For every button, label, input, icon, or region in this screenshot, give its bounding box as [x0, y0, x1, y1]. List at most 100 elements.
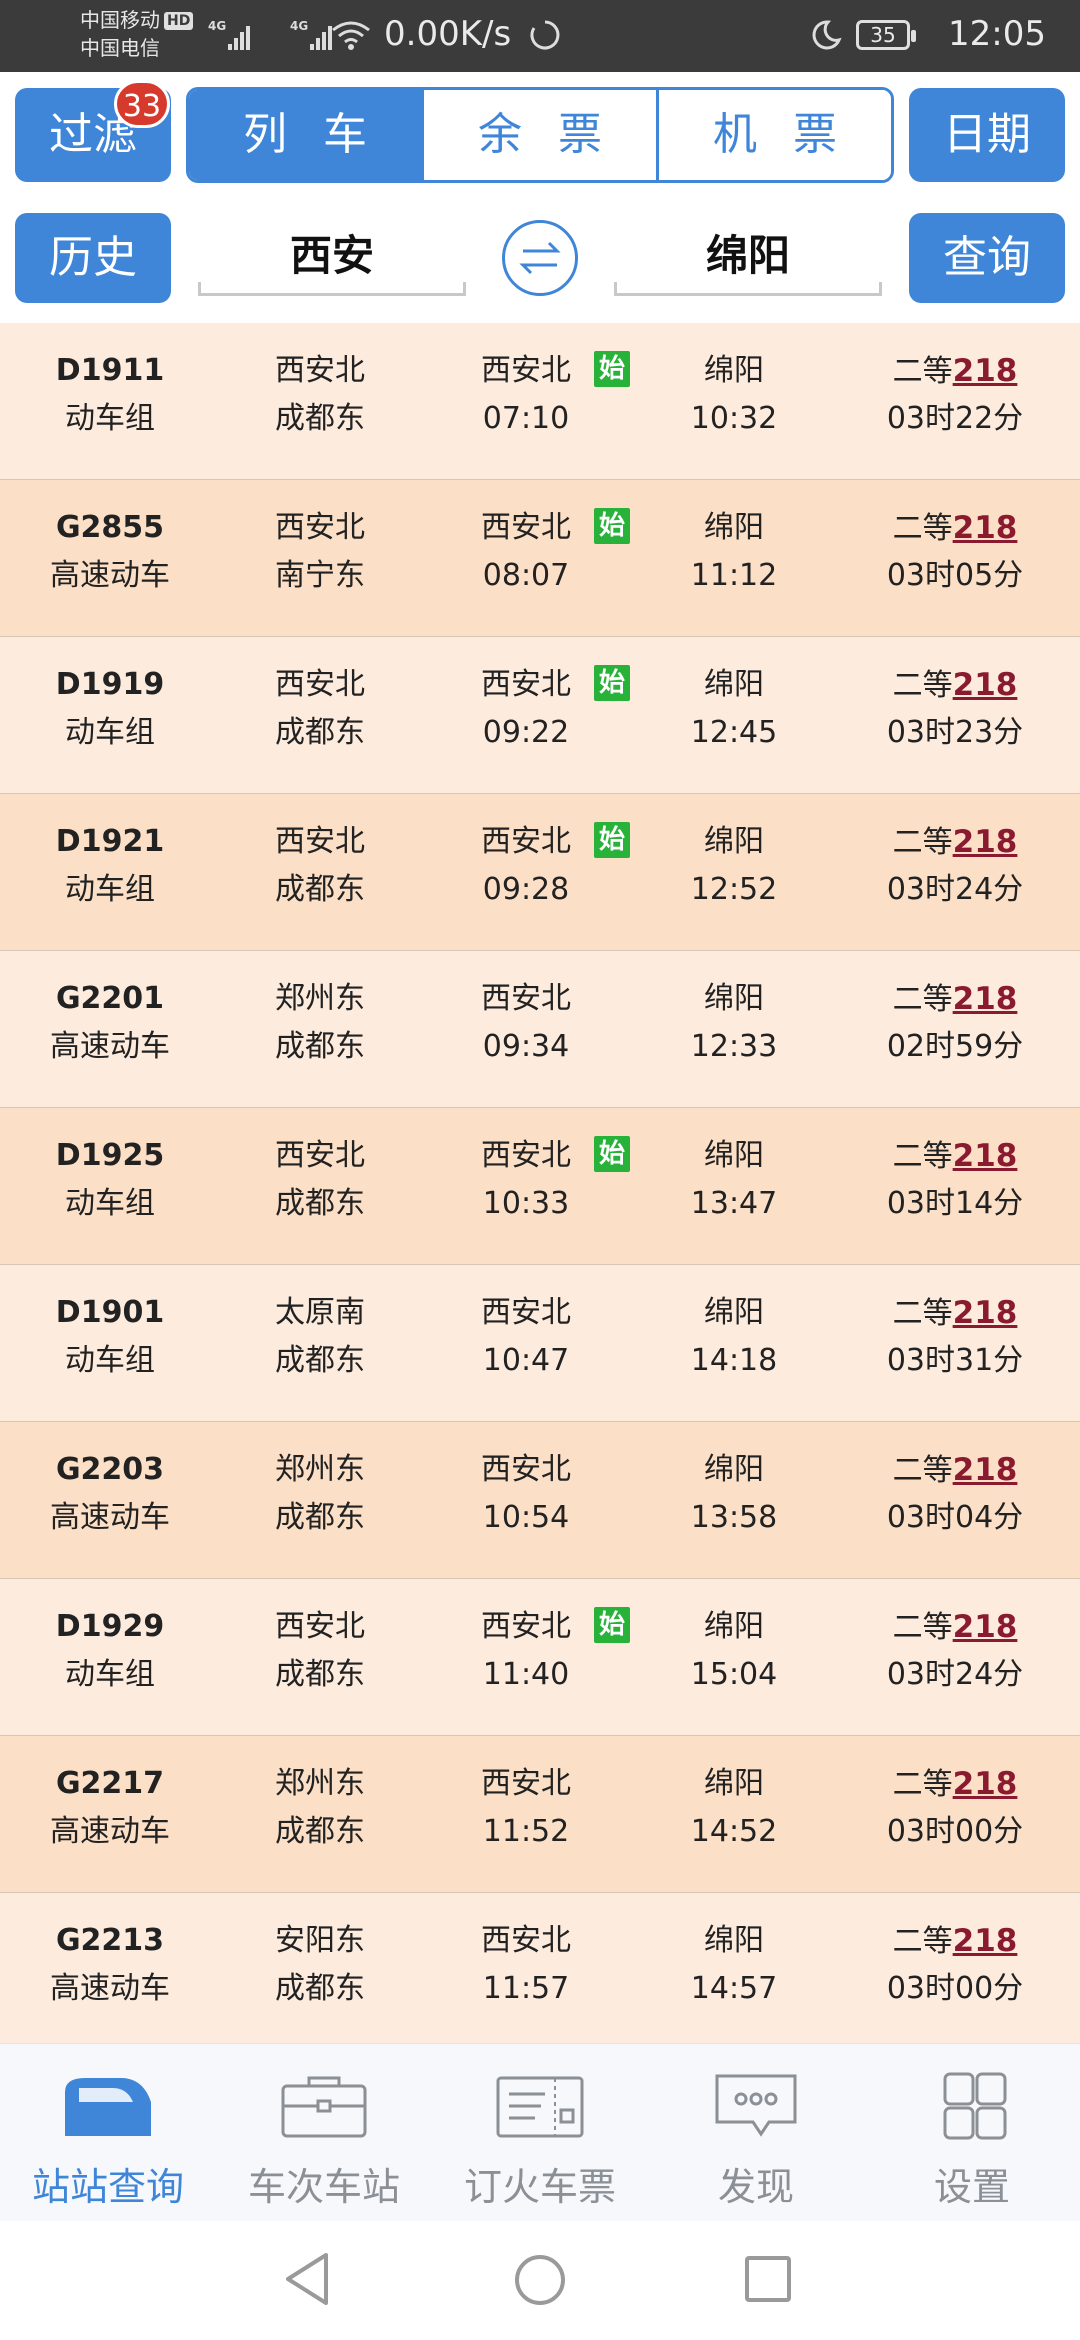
origin-station: 西安北 [275, 510, 365, 545]
remaining-tickets-link[interactable]: 218 [953, 353, 1018, 389]
back-icon[interactable] [282, 2251, 332, 2307]
seat-availability: 二等218 [860, 353, 1050, 390]
travel-duration: 03时24分 [886, 872, 1024, 907]
seat-class: 二等 [892, 1767, 953, 1802]
from-station-input[interactable]: 西安 [198, 216, 466, 296]
home-icon[interactable] [513, 2253, 567, 2307]
nav-label: 发现 [717, 2165, 794, 2209]
nav-station-query[interactable]: 站站查询 [0, 2044, 216, 2221]
table-row[interactable]: G2217 高速动车 郑州东 成都东 西安北 11:52 绵阳 14:52 二等218 03时00… [0, 1736, 1080, 1893]
seat-class: 二等 [892, 825, 953, 860]
arrive-time: 11:12 [690, 558, 778, 593]
travel-duration: 03时23分 [886, 715, 1024, 750]
train-type: 高速动车 [50, 1029, 170, 1064]
table-row[interactable]: G2855 高速动车 西安北 南宁东 西安北 08:07 始绵阳 11:12 二等218 03时0… [0, 480, 1080, 637]
train-number: G2855 [55, 510, 165, 545]
depart-time: 10:47 [482, 1343, 570, 1378]
mode-tabs: 列车 余票 机票 [186, 87, 894, 183]
terminus-station: 南宁东 [275, 558, 365, 593]
remaining-tickets-link[interactable]: 218 [953, 824, 1018, 860]
train-number: G2201 [55, 981, 165, 1016]
table-row[interactable]: G2213 高速动车 安阳东 成都东 西安北 11:57 绵阳 14:57 二等218 03时00… [0, 1893, 1080, 2050]
origin-station: 郑州东 [275, 1766, 365, 1801]
remaining-tickets-link[interactable]: 218 [953, 1766, 1018, 1802]
depart-station: 西安北 [481, 1452, 571, 1487]
arrive-station: 绵阳 [704, 510, 764, 545]
table-row[interactable]: D1921 动车组 西安北 成都东 西安北 09:28 始绵阳 12:52 二等218 03时24… [0, 794, 1080, 951]
bottom-nav: 站站查询 车次车站 订火车票 发现 设置 [0, 2043, 1080, 2221]
depart-time: 08:07 [482, 558, 570, 593]
origin-station: 西安北 [275, 824, 365, 859]
arrive-time: 14:57 [690, 1971, 778, 2006]
history-button[interactable]: 历史 [15, 213, 171, 303]
moon-icon [812, 20, 842, 50]
tab-train[interactable]: 列车 [189, 90, 424, 180]
table-row[interactable]: D1925 动车组 西安北 成都东 西安北 10:33 始绵阳 13:47 二等218 03时14… [0, 1108, 1080, 1265]
arrive-station: 绵阳 [704, 981, 764, 1016]
nav-discover[interactable]: 发现 [648, 2044, 864, 2221]
terminus-station: 成都东 [275, 1029, 365, 1064]
seat-availability: 二等218 [860, 1295, 1050, 1332]
wifi-icon [332, 21, 370, 50]
swap-stations-button[interactable] [502, 220, 578, 296]
arrive-station: 绵阳 [704, 667, 764, 702]
train-number: D1929 [55, 1609, 165, 1644]
table-row[interactable]: D1901 动车组 太原南 成都东 西安北 10:47 绵阳 14:18 二等218 03时31分 [0, 1265, 1080, 1422]
tab-remaining-tickets[interactable]: 余票 [424, 90, 659, 180]
arrive-station: 绵阳 [704, 1295, 764, 1330]
remaining-tickets-link[interactable]: 218 [953, 1138, 1018, 1174]
remaining-tickets-link[interactable]: 218 [953, 1923, 1018, 1959]
seat-availability: 二等218 [860, 667, 1050, 704]
remaining-tickets-link[interactable]: 218 [953, 1452, 1018, 1488]
travel-duration: 03时00分 [886, 1814, 1024, 1849]
remaining-tickets-link[interactable]: 218 [953, 667, 1018, 703]
depart-time: 07:10 [482, 401, 570, 436]
table-row[interactable]: G2203 高速动车 郑州东 成都东 西安北 10:54 绵阳 13:58 二等218 03时04… [0, 1422, 1080, 1579]
seat-class: 二等 [892, 1296, 953, 1331]
status-bar: 中国移动 HD 中国电信 4G 4G 0.00K/s 35 12:05 [0, 0, 1080, 72]
nav-book-ticket[interactable]: 订火车票 [432, 2044, 648, 2221]
recents-icon[interactable] [744, 2255, 792, 2303]
train-number: G2203 [55, 1452, 165, 1487]
remaining-tickets-link[interactable]: 218 [953, 510, 1018, 546]
remaining-tickets-link[interactable]: 218 [953, 1609, 1018, 1645]
arrive-station: 绵阳 [704, 1138, 764, 1173]
seat-class: 二等 [892, 1610, 953, 1645]
query-button[interactable]: 查询 [909, 213, 1065, 303]
terminus-station: 成都东 [275, 715, 365, 750]
seat-class: 二等 [892, 982, 953, 1017]
battery-icon: 35 [856, 20, 916, 50]
travel-duration: 03时04分 [886, 1500, 1024, 1535]
arrive-station: 绵阳 [704, 1609, 764, 1644]
clock: 12:05 [948, 14, 1046, 54]
train-number: D1921 [55, 824, 165, 859]
table-row[interactable]: D1919 动车组 西安北 成都东 西安北 09:22 始绵阳 12:45 二等218 03时23… [0, 637, 1080, 794]
to-station-input[interactable]: 绵阳 [614, 216, 882, 296]
train-number: G2213 [55, 1923, 165, 1958]
grid-icon [943, 2072, 1007, 2140]
table-row[interactable]: D1929 动车组 西安北 成都东 西安北 11:40 始绵阳 15:04 二等218 03时24… [0, 1579, 1080, 1736]
train-number: D1919 [55, 667, 165, 702]
depart-time: 11:40 [482, 1657, 570, 1692]
travel-duration: 03时24分 [886, 1657, 1024, 1692]
seat-availability: 二等218 [860, 981, 1050, 1018]
tab-air-tickets[interactable]: 机票 [659, 90, 891, 180]
nav-settings[interactable]: 设置 [864, 2044, 1080, 2221]
seat-class: 二等 [892, 511, 953, 546]
nav-label: 设置 [933, 2165, 1010, 2209]
table-row[interactable]: D1911 动车组 西安北 成都东 西安北 07:10 始绵阳 10:32 二等218 03时22… [0, 323, 1080, 480]
origin-station: 郑州东 [275, 981, 365, 1016]
depart-station: 西安北 [481, 981, 571, 1016]
nav-label: 车次车站 [247, 2165, 400, 2209]
table-row[interactable]: G2201 高速动车 郑州东 成都东 西安北 09:34 绵阳 12:33 二等218 02时59… [0, 951, 1080, 1108]
travel-duration: 02时59分 [886, 1029, 1024, 1064]
depart-time: 09:22 [482, 715, 570, 750]
train-type: 动车组 [65, 401, 155, 436]
depart-time: 10:54 [482, 1500, 570, 1535]
nav-train-station[interactable]: 车次车站 [216, 2044, 432, 2221]
arrive-station: 绵阳 [704, 1923, 764, 1958]
remaining-tickets-link[interactable]: 218 [953, 1295, 1018, 1331]
depart-time: 11:57 [482, 1971, 570, 2006]
remaining-tickets-link[interactable]: 218 [953, 981, 1018, 1017]
date-button[interactable]: 日期 [909, 88, 1065, 182]
